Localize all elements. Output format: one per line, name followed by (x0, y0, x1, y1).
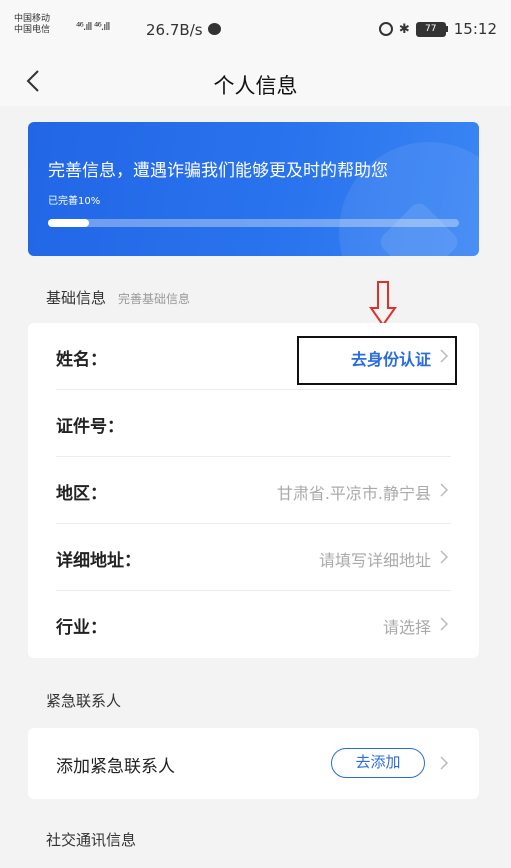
chevron-right-icon (440, 483, 449, 497)
row-region[interactable]: 地区： 甘肃省.平凉市.静宁县 (56, 457, 451, 524)
row-address[interactable]: 详细地址： 请填写详细地址 (56, 524, 451, 591)
annotation-arrow-icon (369, 281, 397, 327)
progress-label: 已完善10% (48, 196, 101, 207)
region-value: 甘肃省.平凉市.静宁县 (276, 484, 431, 503)
section-title: 基础信息 (46, 289, 107, 307)
address-placeholder: 请填写详细地址 (318, 551, 431, 570)
row-label: 详细地址： (56, 551, 141, 571)
row-add-emergency-contact[interactable]: 添加紧急联系人 去添加 (56, 728, 451, 799)
chevron-right-icon (440, 756, 449, 770)
clock: 15:12 (453, 20, 497, 38)
row-label: 姓名： (56, 350, 107, 370)
industry-placeholder: 请选择 (382, 618, 431, 637)
section-title: 社交通讯信息 (46, 831, 137, 849)
bluetooth-icon: ✱ (398, 21, 410, 37)
carrier-2: 中国电信 (14, 25, 51, 35)
chevron-right-icon (440, 550, 449, 564)
page-title: 个人信息 (213, 74, 298, 98)
banner-title: 完善信息，遭遇诈骗我们能够更及时的帮助您 (48, 161, 388, 181)
nav-bar: 个人信息 (0, 56, 511, 106)
status-bar: 中国移动 中国电信 ⁴⁶.ıll ⁴⁶.ıll 26.7B/s ✱ 77 15:… (0, 0, 511, 56)
emergency-contact-card: 添加紧急联系人 去添加 (28, 728, 479, 799)
section-header-emergency: 紧急联系人 (46, 690, 121, 711)
signal-icon: ⁴⁶.ıll ⁴⁶.ıll (76, 20, 110, 33)
section-header-basic: 基础信息 完善基础信息 (46, 287, 190, 308)
section-header-social: 社交通讯信息 (46, 829, 136, 850)
row-label: 行业： (56, 618, 107, 638)
alarm-icon (378, 22, 393, 36)
row-label: 添加紧急联系人 (56, 757, 175, 777)
row-label: 地区： (56, 484, 107, 504)
section-title: 紧急联系人 (46, 692, 122, 710)
chat-bubble-icon (208, 23, 221, 35)
row-label: 证件号： (56, 417, 124, 437)
section-subtitle: 完善基础信息 (118, 292, 191, 306)
progress-fill (48, 219, 90, 227)
status-right: ✱ 77 15:12 (378, 20, 497, 38)
battery-level: 77 (415, 21, 446, 37)
carrier-info: 中国移动 中国电信 (14, 14, 50, 36)
progress-bar (48, 219, 459, 227)
carrier-1: 中国移动 (14, 14, 51, 24)
completion-banner: 完善信息，遭遇诈骗我们能够更及时的帮助您 已完善10% (28, 122, 479, 256)
network-speed: 26.7B/s (146, 21, 203, 39)
row-industry[interactable]: 行业： 请选择 (56, 591, 451, 658)
battery-icon: 77 (415, 21, 448, 37)
row-id-number[interactable]: 证件号： (56, 390, 451, 457)
add-contact-button[interactable]: 去添加 (331, 748, 425, 778)
annotation-highlight-box (297, 336, 457, 385)
chevron-right-icon (440, 617, 449, 631)
